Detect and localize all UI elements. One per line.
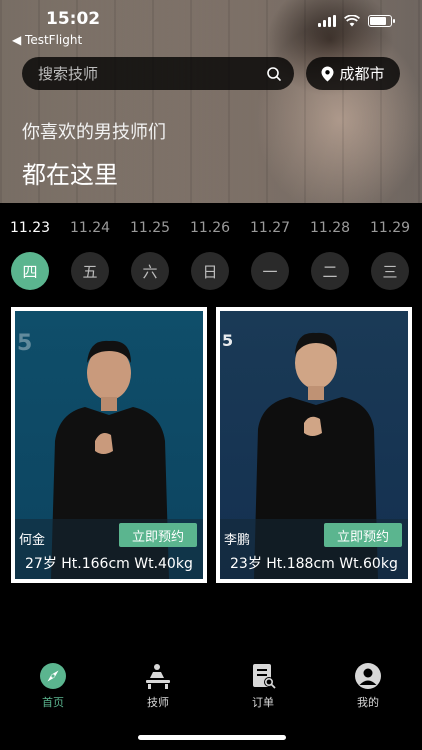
- wifi-icon: [344, 15, 360, 27]
- weekday-button[interactable]: 日: [191, 252, 229, 290]
- status-time: 15:02: [46, 9, 101, 29]
- weekday-button[interactable]: 一: [251, 252, 289, 290]
- testflight-back-link[interactable]: ◀ TestFlight: [12, 33, 82, 47]
- search-bar[interactable]: 搜索技师: [22, 57, 294, 90]
- therapist-stats: 27岁 Ht.166cm Wt.40kg: [25, 556, 193, 572]
- day-date: 11.29: [369, 220, 411, 236]
- bottom-tab-bar: 首页 技师 订单 我的: [0, 662, 422, 712]
- therapist-stats: 23岁 Ht.188cm Wt.60kg: [230, 556, 398, 572]
- day-item[interactable]: 11.24 五: [60, 220, 120, 290]
- weekday-button[interactable]: 六: [131, 252, 169, 290]
- tab-home-label: 首页: [42, 696, 64, 709]
- compass-icon: [39, 662, 67, 690]
- tab-profile[interactable]: 我的: [338, 662, 398, 710]
- day-item[interactable]: 11.26 日: [180, 220, 240, 290]
- battery-icon: [368, 15, 395, 27]
- user-icon: [354, 662, 382, 690]
- book-now-button[interactable]: 立即预约: [324, 523, 402, 547]
- day-date: 11.23: [9, 220, 51, 236]
- day-item[interactable]: 11.27 一: [240, 220, 300, 290]
- day-item[interactable]: 11.25 六: [120, 220, 180, 290]
- tab-therapists[interactable]: 技师: [128, 662, 188, 710]
- cellular-signal-icon: [318, 15, 336, 27]
- home-indicator[interactable]: [138, 735, 286, 740]
- banner-slogan-line2: 都在这里: [22, 161, 118, 189]
- weekday-button[interactable]: 三: [371, 252, 409, 290]
- book-now-button[interactable]: 立即预约: [119, 523, 197, 547]
- location-pin-icon: [321, 66, 334, 81]
- therapist-card[interactable]: 5 李鹏 立即预约 23岁 Ht.188cm Wt.60kg: [216, 307, 412, 583]
- day-date: 11.25: [129, 220, 171, 236]
- tab-therapists-label: 技师: [147, 696, 169, 709]
- day-date: 11.28: [309, 220, 351, 236]
- tab-profile-label: 我的: [357, 696, 379, 709]
- search-input[interactable]: 搜索技师: [38, 63, 98, 84]
- tab-orders[interactable]: 订单: [233, 662, 293, 710]
- search-icon[interactable]: [266, 66, 282, 82]
- therapist-name: 李鹏: [224, 533, 251, 548]
- card-info-panel: 何金 立即预约 27岁 Ht.166cm Wt.40kg: [15, 519, 203, 579]
- day-item[interactable]: 11.23 四: [0, 220, 60, 290]
- weekday-button[interactable]: 五: [71, 252, 109, 290]
- city-selector[interactable]: 成都市: [306, 57, 400, 90]
- therapist-name: 何金: [19, 533, 46, 548]
- day-date: 11.27: [249, 220, 291, 236]
- weekday-button[interactable]: 二: [311, 252, 349, 290]
- order-list-icon: [249, 662, 277, 690]
- day-item[interactable]: 11.29 三: [360, 220, 420, 290]
- therapist-card[interactable]: 5 何金 立即预约 27岁 Ht.166cm Wt.40kg: [11, 307, 207, 583]
- weekday-button[interactable]: 四: [11, 252, 49, 290]
- tab-home[interactable]: 首页: [23, 662, 83, 710]
- day-date: 11.26: [189, 220, 231, 236]
- city-label: 成都市: [339, 65, 385, 83]
- day-date: 11.24: [69, 220, 111, 236]
- banner-slogan-line1: 你喜欢的男技师们: [22, 122, 166, 143]
- card-info-panel: 李鹏 立即预约 23岁 Ht.188cm Wt.60kg: [220, 519, 408, 579]
- day-item[interactable]: 11.28 二: [300, 220, 360, 290]
- tab-orders-label: 订单: [252, 696, 274, 709]
- massage-icon: [144, 662, 172, 690]
- status-icons: [318, 15, 395, 27]
